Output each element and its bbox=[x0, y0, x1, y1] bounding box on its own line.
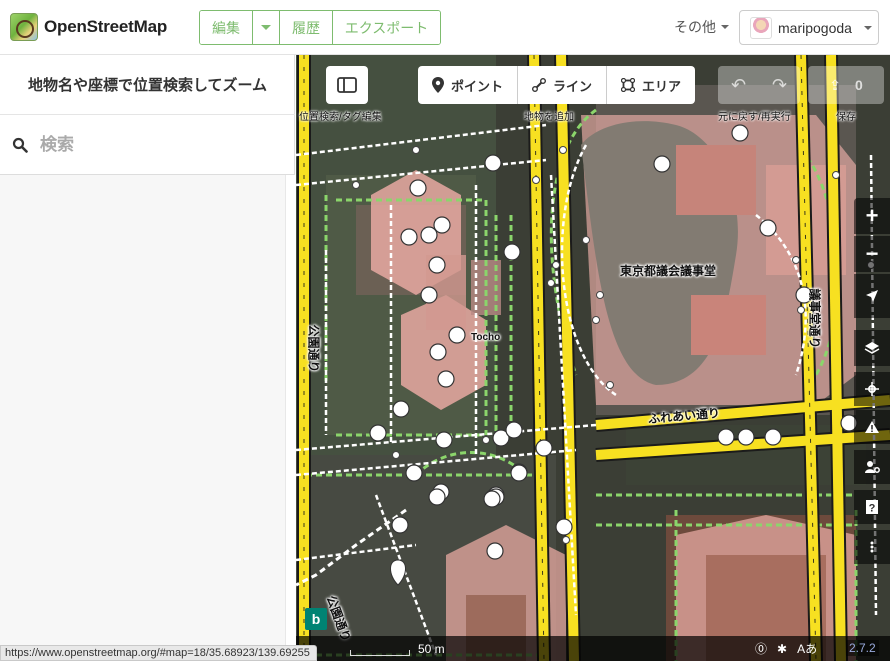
map-label-park-street-upper: 公園通り bbox=[306, 324, 321, 373]
primary-nav: 編集 履歴 エクスポート bbox=[199, 10, 441, 45]
status-url: https://www.openstreetmap.org/#map=18/35… bbox=[0, 645, 317, 661]
redo-button[interactable]: ↷ bbox=[759, 66, 800, 104]
edit-dropdown-button[interactable] bbox=[253, 11, 280, 44]
layers-icon bbox=[864, 342, 880, 354]
add-area-button[interactable]: エリア bbox=[607, 66, 695, 104]
map-data-button[interactable] bbox=[854, 372, 890, 406]
more-menu[interactable]: その他 bbox=[674, 17, 729, 37]
save-label: 保存 bbox=[836, 112, 856, 123]
imagery-provider-logo[interactable]: b bbox=[305, 608, 327, 630]
minus-icon: − bbox=[865, 241, 879, 266]
bug-icon[interactable]: ✱ bbox=[777, 642, 787, 656]
chevron-down-icon bbox=[261, 25, 271, 30]
chevron-down-icon bbox=[721, 25, 729, 29]
point-pin-icon bbox=[432, 77, 444, 93]
add-line-label: ライン bbox=[553, 78, 593, 94]
brand-logo[interactable]: OpenStreetMap bbox=[10, 12, 167, 42]
upload-icon: ⇪ bbox=[829, 76, 841, 93]
add-point-button[interactable]: ポイント bbox=[418, 66, 519, 104]
line-icon bbox=[532, 78, 547, 92]
locate-arrow-icon bbox=[866, 290, 878, 302]
sidebar-content bbox=[0, 175, 285, 661]
sidebar: 地物名や座標で位置検索してズーム bbox=[0, 55, 295, 661]
more-label: その他 bbox=[674, 19, 716, 35]
map-label-assembly-hall: 東京都議会議事堂 bbox=[620, 264, 717, 278]
svg-text:?: ? bbox=[869, 503, 876, 515]
more-icon bbox=[870, 541, 874, 553]
save-button[interactable]: ⇪ 0 bbox=[808, 66, 884, 104]
warning-icon bbox=[865, 421, 879, 433]
search-bar bbox=[0, 115, 295, 175]
add-point-label: ポイント bbox=[451, 78, 504, 94]
footer-icons: ⓪ ✱ Aあ bbox=[755, 640, 817, 657]
undo-redo-group: ↶ ↷ bbox=[718, 66, 800, 104]
export-link[interactable]: エクスポート bbox=[333, 11, 440, 44]
footer-info-icon[interactable]: ⓪ bbox=[755, 640, 767, 657]
avatar bbox=[750, 16, 772, 39]
search-icon bbox=[12, 137, 28, 153]
osm-logo-icon bbox=[10, 13, 38, 41]
save-count: 0 bbox=[854, 77, 863, 93]
user-gear-icon bbox=[865, 461, 880, 473]
map-data-icon bbox=[865, 382, 879, 396]
search-input[interactable] bbox=[40, 134, 270, 155]
add-feature-modes: ポイント ライン エリア bbox=[418, 66, 696, 104]
help-icon: ? bbox=[866, 500, 878, 515]
scale-bar bbox=[350, 650, 410, 656]
map-canvas[interactable] bbox=[296, 55, 890, 661]
keyboard-shortcuts-button[interactable] bbox=[854, 530, 890, 564]
map-label-tocho: Tocho bbox=[471, 332, 501, 343]
scale-label: 50 m bbox=[418, 642, 445, 656]
undo-button[interactable]: ↶ bbox=[718, 66, 759, 104]
sidebar-title: 地物名や座標で位置検索してズーム bbox=[0, 55, 295, 115]
zoom-in-button[interactable]: + bbox=[854, 198, 890, 234]
aerial-map-svg bbox=[296, 55, 890, 661]
add-line-button[interactable]: ライン bbox=[518, 66, 608, 104]
username: maripogoda bbox=[778, 19, 852, 36]
language-icon[interactable]: Aあ bbox=[797, 640, 817, 657]
help-button[interactable]: ? bbox=[854, 490, 890, 524]
geolocate-button[interactable] bbox=[854, 274, 890, 318]
area-icon bbox=[621, 78, 636, 92]
panel-toggle-label: 位置検索/タグ編集 bbox=[299, 112, 382, 123]
history-link[interactable]: 履歴 bbox=[280, 11, 333, 44]
sidebar-toggle-button[interactable] bbox=[326, 66, 368, 104]
map-label-gijido-street: 議事堂通り bbox=[807, 288, 822, 349]
background-layers-button[interactable] bbox=[854, 330, 890, 366]
add-area-label: エリア bbox=[642, 78, 682, 94]
top-navbar: OpenStreetMap 編集 履歴 エクスポート その他 maripogod… bbox=[0, 0, 890, 55]
sidebar-scrollbar[interactable] bbox=[285, 175, 295, 661]
zoom-out-button[interactable]: − bbox=[854, 236, 890, 272]
undo-icon: ↶ bbox=[730, 74, 747, 95]
add-feature-label: 地物を追加 bbox=[524, 112, 574, 123]
user-menu[interactable]: maripogoda bbox=[739, 10, 879, 45]
issues-button[interactable] bbox=[854, 410, 890, 444]
preferences-button[interactable] bbox=[854, 450, 890, 484]
plus-icon: + bbox=[865, 203, 879, 228]
brand-name: OpenStreetMap bbox=[44, 17, 168, 36]
chevron-down-icon bbox=[863, 25, 872, 30]
edit-button[interactable]: 編集 bbox=[200, 11, 253, 44]
version-badge[interactable]: 2.7.2 bbox=[846, 640, 879, 656]
panel-icon bbox=[337, 77, 357, 93]
undo-redo-label: 元に戻す/再実行 bbox=[718, 112, 791, 123]
redo-icon: ↷ bbox=[771, 74, 788, 95]
